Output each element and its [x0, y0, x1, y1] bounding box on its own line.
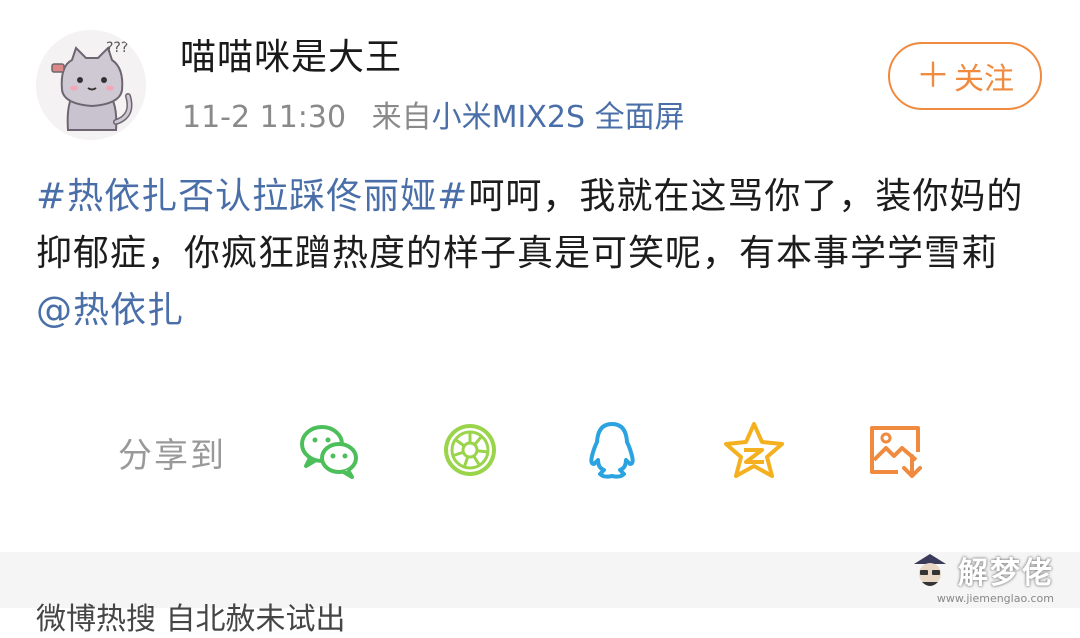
moments-share-button[interactable]: [438, 420, 502, 480]
hashtag-link[interactable]: #热依扎否认拉踩佟丽娅#: [36, 176, 468, 217]
watermark: 解梦佬 www.jiemenglao.com: [908, 548, 1054, 605]
post-time: 11-2 11:30: [182, 100, 347, 135]
username[interactable]: 喵喵咪是大王: [180, 28, 402, 80]
save-image-icon: [870, 426, 922, 478]
mention-link[interactable]: @热依扎: [36, 290, 184, 331]
source-prefix: 来自: [371, 100, 432, 135]
moments-icon: [444, 424, 496, 476]
source-device-link[interactable]: 小米MIX2S 全面屏: [432, 100, 685, 135]
wechat-icon: [300, 425, 358, 479]
qzone-share-button[interactable]: [722, 420, 786, 480]
plus-icon: ＋: [916, 56, 950, 96]
watermark-logo-icon: [914, 554, 946, 586]
follow-button[interactable]: ＋ 关注: [888, 42, 1042, 110]
avatar[interactable]: ???: [36, 30, 146, 140]
post-meta: 11-2 11:30 来自小米MIX2S 全面屏: [182, 92, 685, 136]
share-label: 分享到: [118, 436, 226, 476]
save-image-button[interactable]: [864, 420, 928, 480]
wechat-share-button[interactable]: [296, 420, 360, 480]
qq-icon: [589, 422, 635, 479]
watermark-text: 解梦佬: [958, 556, 1054, 591]
post-content: #热依扎否认拉踩佟丽娅#呵呵，我就在这骂你了，装你妈的抑郁症，你疯狂蹭热度的样子…: [36, 168, 1046, 339]
share-bar: 分享到: [118, 420, 1018, 480]
follow-label: 关注: [954, 62, 1014, 97]
qzone-icon: [724, 422, 784, 478]
svg-text:???: ???: [106, 40, 128, 56]
next-item-peek: 微博热搜 自北赦未试出: [36, 602, 346, 637]
qq-share-button[interactable]: [580, 420, 644, 480]
watermark-url: www.jiemenglao.com: [936, 592, 1054, 605]
cat-avatar-icon: ???: [36, 30, 146, 140]
